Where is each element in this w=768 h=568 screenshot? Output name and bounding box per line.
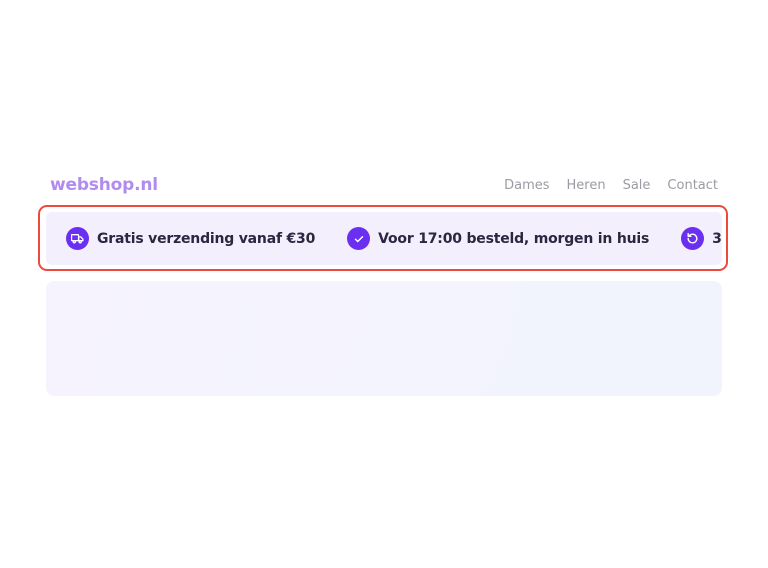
hero-banner-placeholder xyxy=(46,281,722,396)
nav-item-heren[interactable]: Heren xyxy=(567,178,606,193)
nav-item-dames[interactable]: Dames xyxy=(504,178,549,193)
highlight-outline xyxy=(38,205,728,271)
main-nav: Dames Heren Sale Contact xyxy=(504,178,718,193)
nav-item-sale[interactable]: Sale xyxy=(623,178,651,193)
nav-item-contact[interactable]: Contact xyxy=(667,178,718,193)
site-header: webshop.nl Dames Heren Sale Contact xyxy=(50,170,718,200)
site-logo[interactable]: webshop.nl xyxy=(50,175,158,195)
page: webshop.nl Dames Heren Sale Contact Grat… xyxy=(0,0,768,568)
